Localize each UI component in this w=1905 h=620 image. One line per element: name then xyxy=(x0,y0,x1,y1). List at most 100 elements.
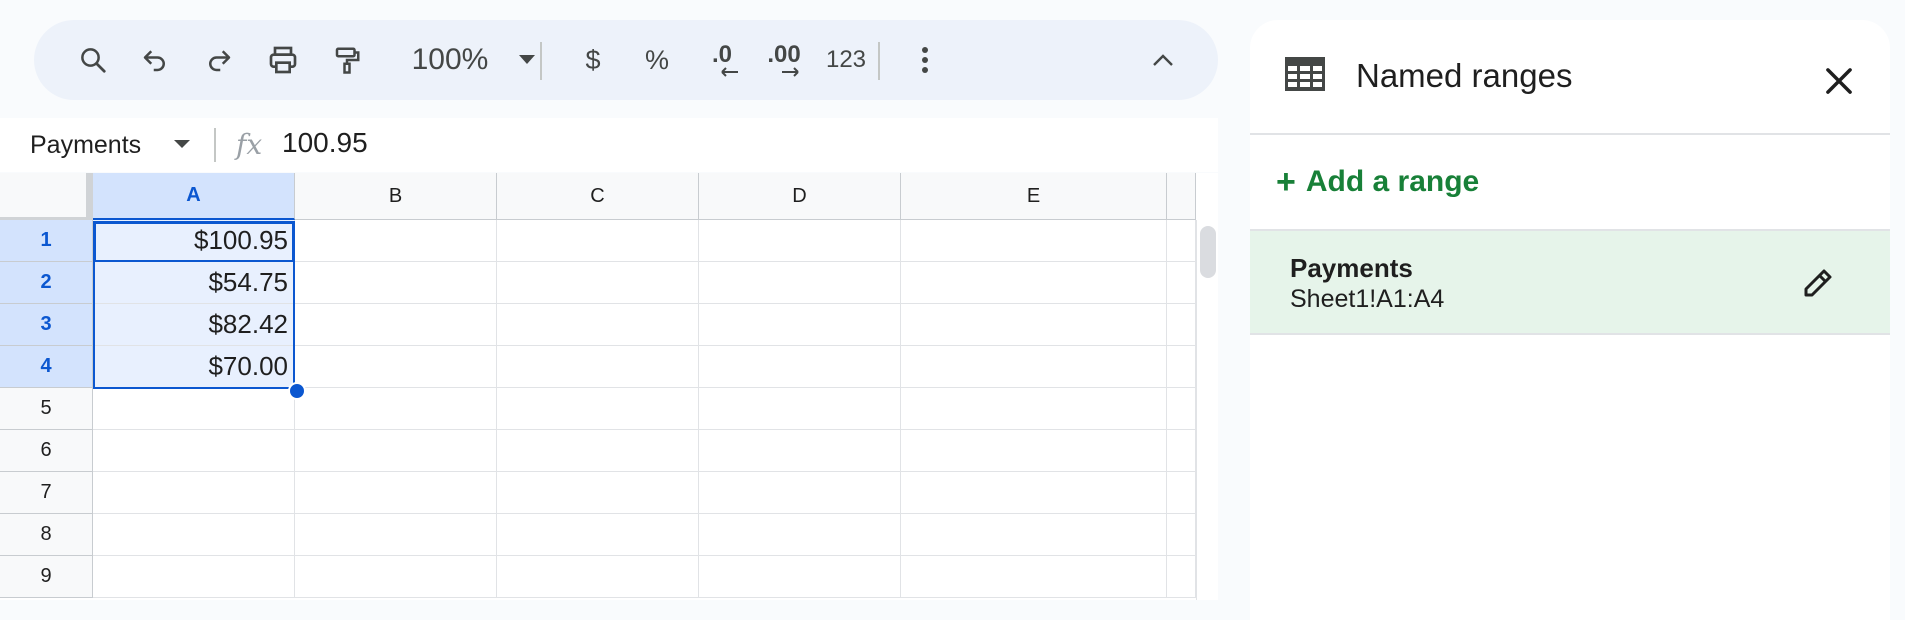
table-icon xyxy=(1285,57,1325,91)
cell-b4[interactable] xyxy=(295,346,497,388)
chevron-down-icon xyxy=(174,140,190,148)
named-range-item[interactable]: Payments Sheet1!A1:A4 xyxy=(1250,229,1890,335)
row-header-2[interactable]: 2 xyxy=(0,262,93,304)
cell-a8[interactable] xyxy=(93,514,295,556)
cell-e6[interactable] xyxy=(901,430,1167,472)
plus-icon: + xyxy=(1276,162,1296,201)
cell-d1[interactable] xyxy=(699,220,901,262)
cell-a1[interactable]: $100.95 xyxy=(93,220,295,262)
cell-d5[interactable] xyxy=(699,388,901,430)
row-header-1[interactable]: 1 xyxy=(0,220,93,262)
percent-button[interactable]: % xyxy=(632,36,682,84)
cell-c7[interactable] xyxy=(497,472,699,514)
more-formats-label: 123 xyxy=(825,46,867,73)
cell-a2[interactable]: $54.75 xyxy=(93,262,295,304)
row-header-8[interactable]: 8 xyxy=(0,514,93,556)
cell-d3[interactable] xyxy=(699,304,901,346)
cell-f5[interactable] xyxy=(1167,388,1196,430)
column-header-a[interactable]: A xyxy=(93,173,295,220)
row-header-4[interactable]: 4 xyxy=(0,346,93,388)
cell-c6[interactable] xyxy=(497,430,699,472)
cell-d4[interactable] xyxy=(699,346,901,388)
collapse-icon[interactable] xyxy=(1138,36,1188,84)
name-box[interactable]: Payments xyxy=(0,118,210,172)
cell-d7[interactable] xyxy=(699,472,901,514)
formula-divider xyxy=(214,128,216,162)
cell-a6[interactable] xyxy=(93,430,295,472)
cell-c2[interactable] xyxy=(497,262,699,304)
zoom-caret-icon[interactable] xyxy=(512,36,542,84)
cell-d9[interactable] xyxy=(699,556,901,598)
cell-c3[interactable] xyxy=(497,304,699,346)
cell-c4[interactable] xyxy=(497,346,699,388)
close-icon[interactable] xyxy=(1820,62,1858,100)
cell-b6[interactable] xyxy=(295,430,497,472)
cell-d8[interactable] xyxy=(699,514,901,556)
cell-e3[interactable] xyxy=(901,304,1167,346)
cell-e1[interactable] xyxy=(901,220,1167,262)
cell-e9[interactable] xyxy=(901,556,1167,598)
cell-a3[interactable]: $82.42 xyxy=(93,304,295,346)
paint-format-icon[interactable] xyxy=(322,36,372,84)
fill-handle[interactable] xyxy=(288,382,306,400)
cell-f8[interactable] xyxy=(1167,514,1196,556)
cell-b8[interactable] xyxy=(295,514,497,556)
print-icon[interactable] xyxy=(258,36,308,84)
column-header-f[interactable] xyxy=(1167,173,1196,220)
currency-button[interactable]: $ xyxy=(568,36,618,84)
cell-f4[interactable] xyxy=(1167,346,1196,388)
row-header-7[interactable]: 7 xyxy=(0,472,93,514)
formula-input[interactable]: 100.95 xyxy=(282,127,368,159)
edit-pencil-icon[interactable] xyxy=(1800,265,1836,301)
row-header-9[interactable]: 9 xyxy=(0,556,93,598)
search-icon[interactable] xyxy=(68,36,118,84)
cell-a7[interactable] xyxy=(93,472,295,514)
cell-c5[interactable] xyxy=(497,388,699,430)
column-header-e[interactable]: E xyxy=(901,173,1167,220)
column-header-c[interactable]: C xyxy=(497,173,699,220)
cell-b3[interactable] xyxy=(295,304,497,346)
column-header-d[interactable]: D xyxy=(699,173,901,220)
cell-e4[interactable] xyxy=(901,346,1167,388)
cell-f3[interactable] xyxy=(1167,304,1196,346)
redo-icon[interactable] xyxy=(194,36,244,84)
cell-b7[interactable] xyxy=(295,472,497,514)
cell-c9[interactable] xyxy=(497,556,699,598)
cell-f6[interactable] xyxy=(1167,430,1196,472)
named-range-name: Payments xyxy=(1290,253,1413,283)
row-header-3[interactable]: 3 xyxy=(0,304,93,346)
cell-a5[interactable] xyxy=(93,388,295,430)
add-range-button[interactable]: + Add a range xyxy=(1276,160,1479,204)
cell-b1[interactable] xyxy=(295,220,497,262)
scrollbar-thumb[interactable] xyxy=(1200,226,1216,278)
cell-a9[interactable] xyxy=(93,556,295,598)
cell-e7[interactable] xyxy=(901,472,1167,514)
row-header-6[interactable]: 6 xyxy=(0,430,93,472)
cell-f9[interactable] xyxy=(1167,556,1196,598)
cell-e8[interactable] xyxy=(901,514,1167,556)
more-vert-icon[interactable] xyxy=(900,36,950,84)
cell-d6[interactable] xyxy=(699,430,901,472)
cell-c8[interactable] xyxy=(497,514,699,556)
undo-icon[interactable] xyxy=(130,36,180,84)
increase-decimal-button[interactable]: .00 xyxy=(756,36,812,84)
cell-f2[interactable] xyxy=(1167,262,1196,304)
cell-b9[interactable] xyxy=(295,556,497,598)
row-header-5[interactable]: 5 xyxy=(0,388,93,430)
cell-f1[interactable] xyxy=(1167,220,1196,262)
cell-d2[interactable] xyxy=(699,262,901,304)
cell-c1[interactable] xyxy=(497,220,699,262)
cell-e5[interactable] xyxy=(901,388,1167,430)
cell-e2[interactable] xyxy=(901,262,1167,304)
column-header-b[interactable]: B xyxy=(295,173,497,220)
zoom-select[interactable]: 100% xyxy=(390,36,510,84)
select-all-corner[interactable] xyxy=(0,173,93,220)
decrease-decimal-button[interactable]: .0 xyxy=(694,36,750,84)
more-formats-button[interactable]: 123 xyxy=(816,36,876,84)
cell-a4[interactable]: $70.00 xyxy=(93,346,295,388)
cell-f7[interactable] xyxy=(1167,472,1196,514)
spreadsheet-grid: A B C D E 1 2 3 4 5 6 7 8 9 $100.95 $54.… xyxy=(0,173,1218,600)
vertical-scrollbar[interactable] xyxy=(1196,220,1218,600)
cell-b5[interactable] xyxy=(295,388,497,430)
cell-b2[interactable] xyxy=(295,262,497,304)
